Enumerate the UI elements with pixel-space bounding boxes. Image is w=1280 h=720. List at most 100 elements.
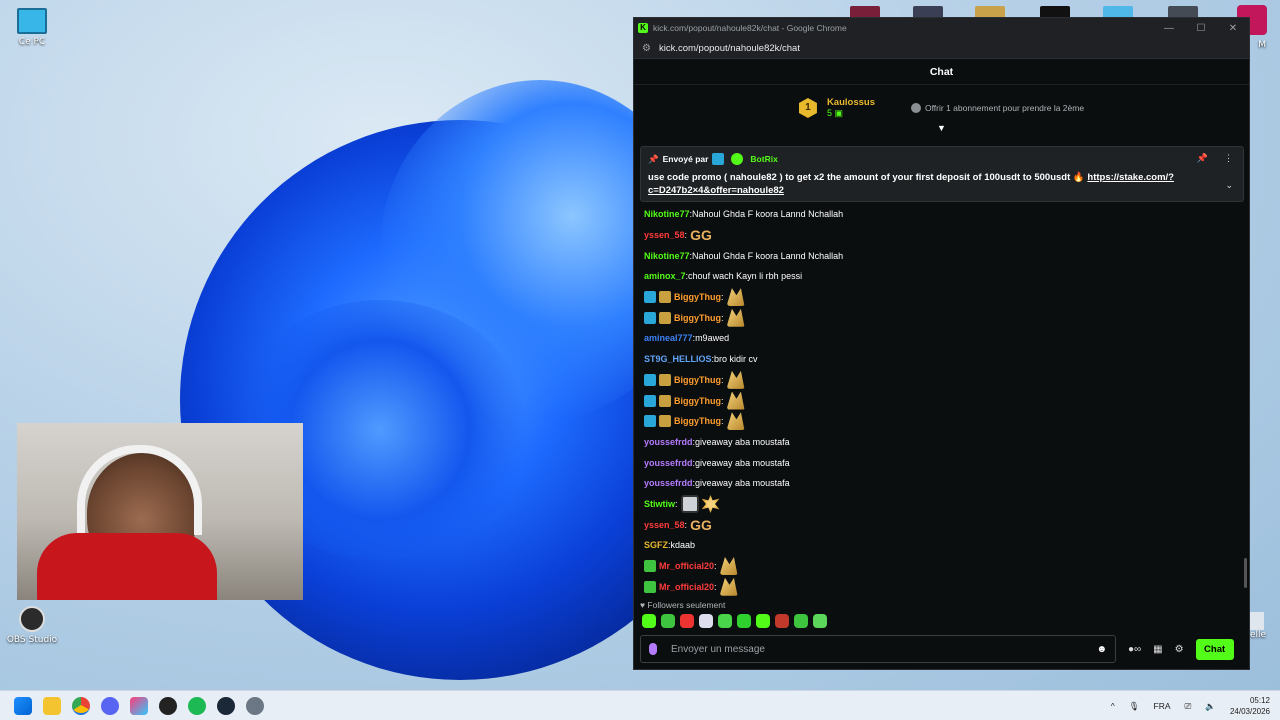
chat-username[interactable]: Stiwtiw bbox=[644, 499, 675, 509]
chat-username[interactable]: BiggyThug bbox=[674, 416, 721, 426]
username-separator: : bbox=[721, 374, 724, 385]
pinned-bot-name[interactable]: BotRix bbox=[750, 154, 777, 164]
chat-username[interactable]: Nikotine77 bbox=[644, 251, 690, 261]
chat-username[interactable]: aminox_7 bbox=[644, 271, 686, 281]
desktop-icon-partial[interactable]: elle bbox=[1250, 612, 1280, 640]
chat-username[interactable]: BiggyThug bbox=[674, 375, 721, 385]
wing-emote-icon bbox=[719, 577, 738, 596]
chat-username[interactable]: yssen_58 bbox=[644, 520, 685, 530]
chat-username[interactable]: Mr_official20 bbox=[659, 561, 714, 571]
chat-message: Stiwtiw: bbox=[644, 494, 1234, 515]
url-text[interactable]: kick.com/popout/nahoule82k/chat bbox=[659, 43, 800, 54]
chat-message-text: giveaway aba moustafa bbox=[695, 436, 790, 447]
user-badge-icon bbox=[659, 311, 671, 324]
settings-gear-icon[interactable]: ⚙ bbox=[1175, 644, 1184, 655]
close-icon[interactable]: ✕ bbox=[1217, 23, 1249, 34]
chrome-icon[interactable] bbox=[72, 696, 90, 715]
chat-username[interactable]: yssen_58 bbox=[644, 230, 685, 240]
chat-username[interactable]: BiggyThug bbox=[674, 396, 721, 406]
capcut-icon[interactable] bbox=[130, 696, 148, 715]
user-badge-icon bbox=[659, 415, 671, 428]
chat-username[interactable]: Mr_official20 bbox=[659, 582, 714, 592]
followers-only-notice: ♥ Followers seulement bbox=[640, 600, 726, 610]
tray-overflow-icon[interactable]: ^ bbox=[1111, 701, 1115, 711]
emote-button[interactable] bbox=[794, 614, 808, 628]
steam-icon[interactable] bbox=[217, 696, 235, 715]
chat-message: Nikotine77: Nahoul Ghda F koora Lannd Nc… bbox=[644, 204, 1234, 225]
more-options-icon[interactable]: ⋮ bbox=[1224, 153, 1233, 164]
address-bar[interactable]: ⚙ kick.com/popout/nahoule82k/chat bbox=[634, 38, 1249, 59]
maximize-icon[interactable]: ☐ bbox=[1185, 23, 1217, 34]
emote-button[interactable] bbox=[756, 614, 770, 628]
chat-message-text: kdaab bbox=[670, 540, 696, 551]
emote-button[interactable] bbox=[661, 614, 675, 628]
chat-username[interactable]: amineal777 bbox=[644, 333, 693, 343]
emoji-picker-icon[interactable]: ☻ bbox=[1096, 644, 1107, 655]
message-input-box[interactable]: ☻ bbox=[640, 635, 1116, 663]
language-indicator[interactable]: FRA bbox=[1154, 701, 1171, 711]
chat-message: youssefrdd: giveaway aba moustafa bbox=[644, 452, 1234, 473]
user-badge-icon bbox=[659, 394, 671, 407]
gift-icon bbox=[910, 103, 921, 113]
emote-button[interactable] bbox=[699, 614, 713, 628]
chat-username[interactable]: youssefrdd bbox=[644, 478, 693, 488]
message-input[interactable] bbox=[671, 643, 1097, 655]
username-separator: : bbox=[721, 312, 724, 323]
site-settings-icon[interactable]: ⚙ bbox=[642, 43, 651, 54]
gg-emote-icon: GG bbox=[690, 516, 712, 533]
chat-username[interactable]: youssefrdd bbox=[644, 458, 693, 468]
window-controls: — ☐ ✕ bbox=[1153, 23, 1249, 34]
chat-message: SGFZ: kdaab bbox=[644, 535, 1234, 556]
collapse-icon[interactable]: ▼ bbox=[937, 123, 946, 133]
clock[interactable]: 05:12 24/03/2026 bbox=[1230, 695, 1270, 717]
rank-badge: 1 bbox=[798, 98, 817, 118]
chat-message: BiggyThug: bbox=[644, 307, 1234, 328]
chat-input-row: ☻ ●∞ ▦ ⚙ Chat bbox=[640, 635, 1246, 663]
points-icon[interactable]: ●∞ bbox=[1128, 644, 1141, 655]
spotify-icon[interactable] bbox=[188, 696, 206, 715]
emote-button[interactable] bbox=[775, 614, 789, 628]
mic-icon[interactable] bbox=[649, 643, 657, 655]
emote-button[interactable] bbox=[813, 614, 827, 628]
desktop-icon-obs[interactable]: OBS Studio bbox=[2, 606, 62, 645]
wing-emote-icon bbox=[726, 412, 745, 431]
chat-message-list[interactable]: Nikotine77: Nahoul Ghda F koora Lannd Nc… bbox=[644, 204, 1234, 597]
chat-username[interactable]: BiggyThug bbox=[674, 292, 721, 302]
window-title: kick.com/popout/nahoule82k/chat - Google… bbox=[653, 23, 847, 33]
username-separator: : bbox=[721, 395, 724, 406]
expand-chevron-icon[interactable]: ⌄ bbox=[1225, 180, 1233, 191]
quick-emote-bar bbox=[642, 614, 827, 628]
network-icon[interactable]: ⎚ bbox=[1185, 701, 1192, 712]
microphone-icon[interactable]: 🎙 bbox=[1129, 701, 1140, 712]
unpin-icon[interactable]: 📌 bbox=[1197, 153, 1208, 164]
send-chat-button[interactable]: Chat bbox=[1195, 638, 1234, 660]
leaderboard-user[interactable]: Kaulossus 5 ▣ bbox=[827, 97, 875, 119]
chat-username[interactable]: ST9G_HELLIOS bbox=[644, 354, 712, 364]
chat-username[interactable]: youssefrdd bbox=[644, 437, 693, 447]
settings-icon[interactable] bbox=[246, 696, 264, 715]
obs-taskbar-icon[interactable] bbox=[159, 696, 177, 715]
minimize-icon[interactable]: — bbox=[1153, 23, 1185, 34]
username-separator: : bbox=[714, 561, 717, 572]
emote-button[interactable] bbox=[680, 614, 694, 628]
chat-username[interactable]: SGFZ bbox=[644, 540, 668, 550]
user-badge-icon bbox=[644, 373, 656, 386]
chat-username[interactable]: Nikotine77 bbox=[644, 209, 690, 219]
chat-scrollbar[interactable] bbox=[1244, 558, 1247, 588]
windows-start-icon[interactable] bbox=[14, 696, 32, 715]
wing-emote-icon bbox=[726, 288, 745, 307]
emote-button[interactable] bbox=[718, 614, 732, 628]
emote-button[interactable] bbox=[642, 614, 656, 628]
discord-icon[interactable] bbox=[101, 696, 119, 715]
username-separator: : bbox=[684, 230, 688, 241]
gift-sub-offer[interactable]: Offrir 1 abonnement pour prendre la 2ème bbox=[910, 103, 1084, 113]
clock-date: 24/03/2026 bbox=[1229, 707, 1270, 716]
desktop-icon-this-pc[interactable]: Ce PC bbox=[2, 8, 62, 47]
store-icon[interactable]: ▦ bbox=[1153, 644, 1162, 655]
chat-message: BiggyThug: bbox=[644, 370, 1234, 391]
window-titlebar[interactable]: K kick.com/popout/nahoule82k/chat - Goog… bbox=[634, 18, 1249, 38]
volume-icon[interactable]: 🔈 bbox=[1205, 701, 1216, 712]
chat-username[interactable]: BiggyThug bbox=[674, 313, 721, 323]
emote-button[interactable] bbox=[737, 614, 751, 628]
file-explorer-icon[interactable] bbox=[43, 696, 61, 715]
